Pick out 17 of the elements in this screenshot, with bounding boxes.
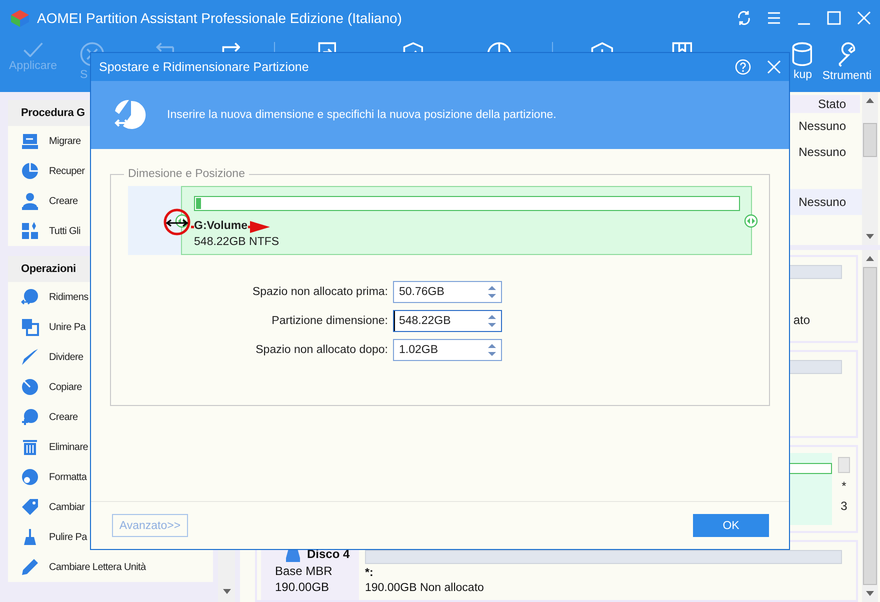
column-header: Stato [790, 95, 860, 113]
disk-type: Base MBR [275, 564, 334, 578]
disk-size: 190.00GB [275, 580, 330, 594]
field-label: Partizione dimensione: [270, 315, 388, 327]
partition-label: * [842, 479, 846, 493]
window-title: AOMEI Partition Assistant Professionale Edizione (Italiano) [37, 10, 403, 26]
partition-name: *: [365, 567, 374, 579]
dialog-title: Spostare e Ridimensionare Partizione [99, 60, 310, 74]
partition-label: 3 [840, 499, 848, 513]
field-label: Spazio non allocato dopo: [254, 344, 388, 356]
partition-detail: 548.22GB NTFS [194, 236, 280, 248]
partition-label: ato [793, 313, 810, 327]
field-label: Spazio non allocato prima: [251, 286, 388, 298]
disk-name: Disco 4 [307, 547, 350, 561]
partition-name: G:Volume [194, 220, 248, 232]
group-title: Dimesione e Posizione [127, 168, 246, 180]
partition-detail: 190.00GB Non allocato [365, 582, 485, 594]
